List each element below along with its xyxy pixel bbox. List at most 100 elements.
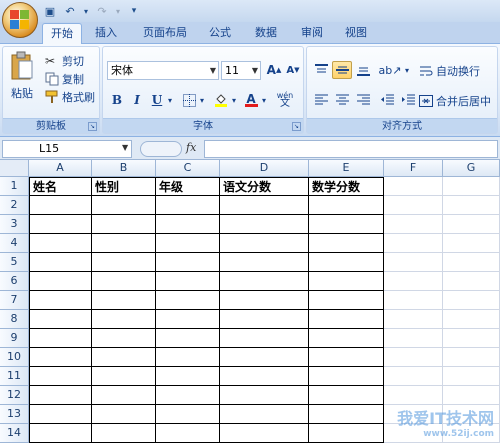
font-color-button[interactable]: A — [241, 91, 261, 109]
cell-a4[interactable] — [29, 234, 92, 253]
column-header-g[interactable]: G — [443, 160, 500, 177]
cell-b13[interactable] — [92, 405, 156, 424]
cell-d6[interactable] — [220, 272, 309, 291]
cell-b7[interactable] — [92, 291, 156, 310]
cell-f10[interactable] — [384, 348, 443, 367]
phonetic-button[interactable]: wén 文 — [273, 91, 297, 109]
cell-a12[interactable] — [29, 386, 92, 405]
cell-e7[interactable] — [309, 291, 384, 310]
cell-e4[interactable] — [309, 234, 384, 253]
cell-e12[interactable] — [309, 386, 384, 405]
cell-a1[interactable]: 姓名 — [29, 177, 92, 196]
font-name-select[interactable]: 宋体 ▼ — [107, 61, 219, 80]
cell-d1[interactable]: 语文分数 — [220, 177, 309, 196]
name-box-dropdown[interactable]: ▼ — [122, 143, 128, 152]
column-header-f[interactable]: F — [384, 160, 443, 177]
cell-b9[interactable] — [92, 329, 156, 348]
fill-color-dropdown[interactable]: ▾ — [229, 91, 239, 109]
row-header-6[interactable]: 6 — [0, 272, 29, 291]
cell-c3[interactable] — [156, 215, 220, 234]
cell-d9[interactable] — [220, 329, 309, 348]
tab-review[interactable]: 审阅 — [294, 23, 330, 44]
row-header-2[interactable]: 2 — [0, 196, 29, 215]
cell-c9[interactable] — [156, 329, 220, 348]
office-button[interactable] — [2, 2, 38, 38]
cell-a10[interactable] — [29, 348, 92, 367]
cut-button[interactable]: ✂ 剪切 — [45, 53, 84, 69]
cell-a2[interactable] — [29, 196, 92, 215]
column-header-e[interactable]: E — [309, 160, 384, 177]
cell-a8[interactable] — [29, 310, 92, 329]
decrease-indent-button[interactable] — [377, 91, 397, 109]
cell-a3[interactable] — [29, 215, 92, 234]
tab-view[interactable]: 视图 — [338, 23, 374, 44]
row-header-1[interactable]: 1 — [0, 177, 29, 196]
cell-g7[interactable] — [443, 291, 500, 310]
borders-button[interactable] — [179, 91, 199, 109]
tab-data[interactable]: 数据 — [248, 23, 284, 44]
column-header-b[interactable]: B — [92, 160, 156, 177]
row-header-9[interactable]: 9 — [0, 329, 29, 348]
cell-f7[interactable] — [384, 291, 443, 310]
cell-g8[interactable] — [443, 310, 500, 329]
cell-g6[interactable] — [443, 272, 500, 291]
align-top-button[interactable] — [311, 61, 331, 79]
cell-b1[interactable]: 性别 — [92, 177, 156, 196]
cell-b6[interactable] — [92, 272, 156, 291]
font-launcher-icon[interactable]: ↘ — [292, 122, 301, 131]
fill-color-button[interactable] — [211, 91, 231, 109]
row-header-14[interactable]: 14 — [0, 424, 29, 443]
cell-e6[interactable] — [309, 272, 384, 291]
cell-c10[interactable] — [156, 348, 220, 367]
align-center-button[interactable] — [332, 91, 352, 109]
cell-f11[interactable] — [384, 367, 443, 386]
italic-button[interactable]: I — [127, 91, 147, 109]
cell-g2[interactable] — [443, 196, 500, 215]
format-painter-button[interactable]: 格式刷 — [45, 89, 95, 105]
row-header-13[interactable]: 13 — [0, 405, 29, 424]
cell-d5[interactable] — [220, 253, 309, 272]
grow-font-button[interactable]: A ▲ — [264, 61, 284, 79]
cell-a9[interactable] — [29, 329, 92, 348]
underline-dropdown[interactable]: ▾ — [165, 91, 175, 109]
cell-d7[interactable] — [220, 291, 309, 310]
undo-dropdown-icon[interactable]: ▾ — [82, 3, 90, 19]
cell-g4[interactable] — [443, 234, 500, 253]
cell-d2[interactable] — [220, 196, 309, 215]
cell-b5[interactable] — [92, 253, 156, 272]
cell-g3[interactable] — [443, 215, 500, 234]
cell-a6[interactable] — [29, 272, 92, 291]
redo-dropdown-icon[interactable]: ▾ — [114, 3, 122, 19]
cell-c11[interactable] — [156, 367, 220, 386]
copy-button[interactable]: 复制 — [45, 71, 84, 87]
cell-a11[interactable] — [29, 367, 92, 386]
clipboard-launcher-icon[interactable]: ↘ — [88, 122, 97, 131]
tab-formulas[interactable]: 公式 — [202, 23, 238, 44]
cell-d4[interactable] — [220, 234, 309, 253]
wrap-text-button[interactable]: 自动换行 — [419, 63, 480, 79]
cell-b4[interactable] — [92, 234, 156, 253]
cell-d14[interactable] — [220, 424, 309, 443]
row-header-7[interactable]: 7 — [0, 291, 29, 310]
cell-c5[interactable] — [156, 253, 220, 272]
align-bottom-button[interactable] — [353, 61, 373, 79]
cell-f4[interactable] — [384, 234, 443, 253]
cell-g11[interactable] — [443, 367, 500, 386]
insert-function-icon[interactable]: fx — [186, 141, 196, 154]
cell-c1[interactable]: 年级 — [156, 177, 220, 196]
cell-a13[interactable] — [29, 405, 92, 424]
cell-d13[interactable] — [220, 405, 309, 424]
cell-e13[interactable] — [309, 405, 384, 424]
cell-c4[interactable] — [156, 234, 220, 253]
cell-b2[interactable] — [92, 196, 156, 215]
formula-divider-handle[interactable] — [140, 141, 182, 157]
cell-f6[interactable] — [384, 272, 443, 291]
cell-d10[interactable] — [220, 348, 309, 367]
select-all-corner[interactable] — [0, 160, 29, 177]
cell-d3[interactable] — [220, 215, 309, 234]
cell-f1[interactable] — [384, 177, 443, 196]
row-header-3[interactable]: 3 — [0, 215, 29, 234]
cell-b11[interactable] — [92, 367, 156, 386]
font-size-select[interactable]: 11 ▼ — [221, 61, 261, 80]
undo-icon[interactable]: ↶ — [62, 3, 78, 19]
